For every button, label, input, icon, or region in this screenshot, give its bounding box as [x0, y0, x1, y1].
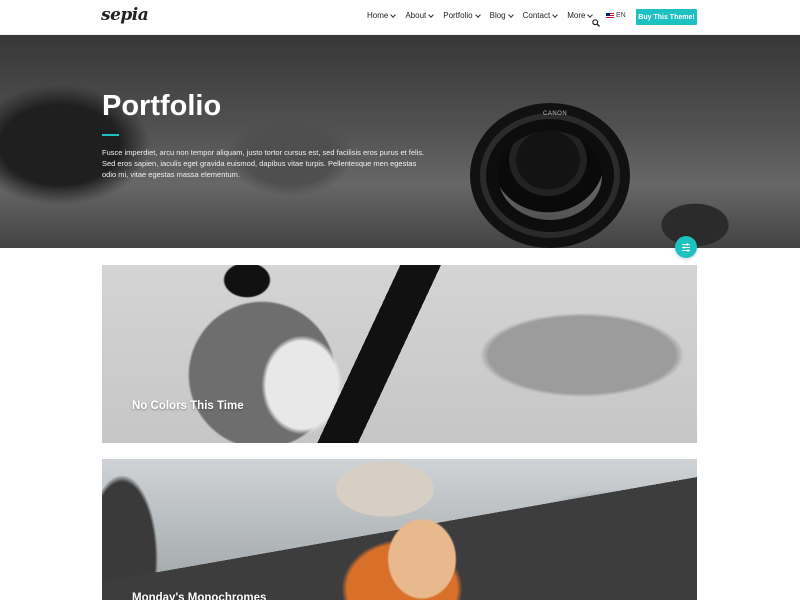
portfolio-item-title[interactable]: Monday's Monochromes — [132, 592, 266, 600]
page-title: Portfolio — [102, 90, 222, 122]
chevron-down-icon — [428, 11, 435, 18]
title-underline — [102, 134, 119, 136]
chevron-down-icon — [552, 11, 559, 18]
language-switcher[interactable]: EN — [606, 12, 626, 19]
uk-flag-icon — [606, 13, 614, 18]
main-nav: Home About Portfolio Blog Contact More — [367, 11, 602, 20]
nav-item-label: More — [567, 11, 586, 20]
chevron-down-icon — [390, 11, 397, 18]
site-logo[interactable]: sepia — [101, 5, 149, 25]
language-label: EN — [616, 12, 626, 19]
site-header: sepia Home About Portfolio Blog Contact … — [0, 0, 800, 35]
chevron-down-icon — [474, 11, 481, 18]
nav-item-label: Contact — [522, 11, 551, 20]
nav-item-portfolio[interactable]: Portfolio — [443, 11, 481, 20]
search-icon[interactable] — [592, 12, 600, 27]
nav-item-contact[interactable]: Contact — [522, 11, 559, 20]
nav-item-home[interactable]: Home — [367, 11, 397, 20]
nav-item-blog[interactable]: Blog — [489, 11, 514, 20]
sliders-icon — [682, 243, 690, 251]
nav-item-label: About — [405, 11, 427, 20]
hero-content: Portfolio Fusce imperdiet, arcu non temp… — [102, 92, 432, 180]
chevron-down-icon — [507, 11, 514, 18]
nav-item-label: Home — [367, 11, 389, 20]
portfolio-item[interactable]: No Colors This Time — [102, 265, 697, 443]
nav-item-label: Portfolio — [443, 11, 473, 20]
logo-text: sepia — [101, 5, 149, 25]
nav-item-more[interactable]: More — [567, 11, 594, 20]
nav-item-label: Blog — [489, 11, 506, 20]
portfolio-item[interactable]: Monday's Monochromes — [102, 459, 697, 600]
lens-brand-text: CANON — [543, 111, 568, 117]
buy-theme-button[interactable]: Buy This Theme! — [636, 9, 697, 25]
hero-banner: CANON Portfolio Fusce imperdiet, arcu no… — [0, 35, 800, 248]
portfolio-item-title[interactable]: No Colors This Time — [132, 400, 244, 412]
hero-description: Fusce imperdiet, arcu non tempor aliquam… — [102, 148, 425, 179]
nav-item-about[interactable]: About — [405, 11, 435, 20]
camera-lens-image — [470, 103, 630, 248]
portfolio-filter-button[interactable] — [675, 236, 697, 258]
